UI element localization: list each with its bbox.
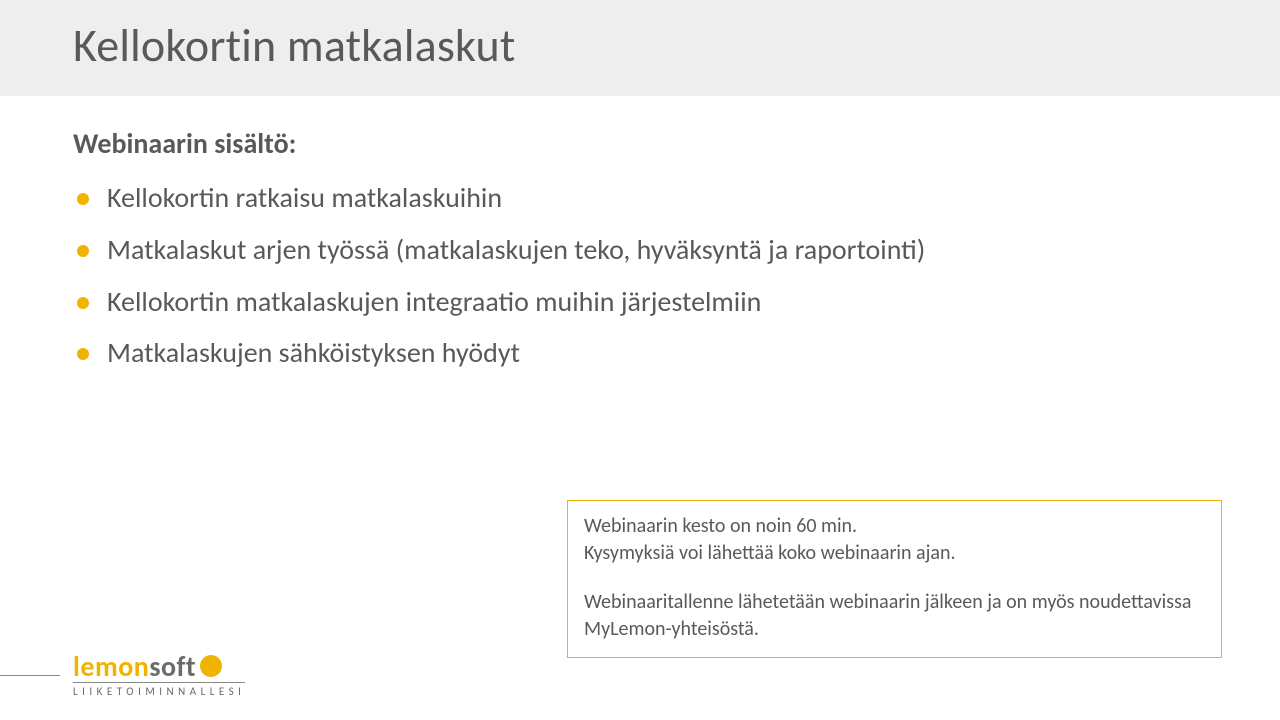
logo-lemon: lemon — [73, 649, 149, 684]
content-area: Webinaarin sisältö: Kellokortin ratkaisu… — [0, 96, 1280, 372]
info-line: Webinaaritallenne lähetetään webinaarin … — [584, 589, 1205, 643]
footer-rule-left — [0, 675, 60, 676]
logo: lemonsoft LIIKETOIMINNALLESI — [73, 649, 245, 698]
logo-tagline: LIIKETOIMINNALLESI — [73, 682, 245, 698]
content-subtitle: Webinaarin sisältö: — [73, 126, 1207, 161]
info-line: Webinaarin kesto on noin 60 min. — [584, 513, 1205, 540]
title-bar: Kellokortin matkalaskut — [0, 0, 1280, 96]
info-box: Webinaarin kesto on noin 60 min. Kysymyk… — [567, 500, 1222, 658]
slide-title: Kellokortin matkalaskut — [73, 18, 1207, 74]
logo-soft: soft — [149, 649, 196, 684]
bullet-item: Kellokortin ratkaisu matkalaskuihin — [73, 179, 1207, 217]
bullet-item: Matkalaskut arjen työssä (matkalaskujen … — [73, 231, 1207, 269]
bullet-item: Matkalaskujen sähköistyksen hyödyt — [73, 334, 1207, 372]
bullet-list: Kellokortin ratkaisu matkalaskuihin Matk… — [73, 179, 1207, 372]
bullet-item: Kellokortin matkalaskujen integraatio mu… — [73, 283, 1207, 321]
info-line: Kysymyksiä voi lähettää koko webinaarin … — [584, 540, 1205, 567]
slide: Kellokortin matkalaskut Webinaarin sisäl… — [0, 0, 1280, 720]
spacer — [584, 567, 1205, 589]
lemon-icon — [200, 655, 222, 677]
logo-text: lemonsoft — [73, 649, 245, 684]
